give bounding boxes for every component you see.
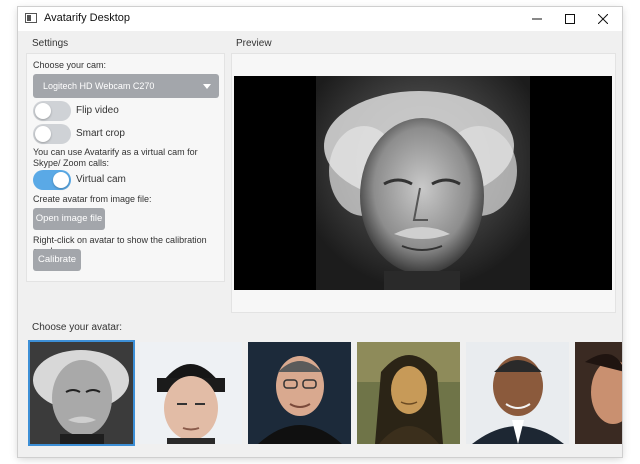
obama-portrait [466, 342, 569, 444]
avatar-mona-lisa[interactable] [357, 342, 460, 444]
close-button[interactable] [586, 7, 620, 31]
maximize-icon [565, 14, 575, 24]
avatar-partial[interactable] [575, 342, 622, 444]
flip-video-label: Flip video [76, 105, 119, 116]
eminem-portrait [139, 342, 242, 444]
image-file-hint: Create avatar from image file: [33, 194, 152, 204]
minimize-icon [532, 18, 542, 20]
app-window: Avatarify Desktop Settings Preview Choos… [18, 7, 622, 457]
flip-video-toggle[interactable] [33, 101, 71, 121]
cam-selected-value: Logitech HD Webcam C270 [43, 81, 155, 91]
virtual-cam-hint: You can use Avatarify as a virtual cam f… [33, 147, 198, 168]
settings-header: Settings [32, 38, 69, 49]
app-icon [25, 13, 37, 23]
virtual-cam-toggle[interactable] [33, 170, 71, 190]
window-title: Avatarify Desktop [44, 12, 131, 24]
jobs-portrait [248, 342, 351, 444]
einstein-portrait [30, 342, 133, 444]
avatar-strip [26, 340, 622, 448]
smart-crop-toggle[interactable] [33, 124, 71, 144]
cam-select[interactable]: Logitech HD Webcam C270 [33, 74, 219, 98]
minimize-button[interactable] [520, 7, 554, 31]
chevron-down-icon [203, 84, 211, 89]
avatar-eminem[interactable] [139, 342, 242, 444]
avatar-obama[interactable] [466, 342, 569, 444]
smart-crop-label: Smart crop [76, 128, 125, 139]
calibrate-button[interactable]: Calibrate [33, 249, 81, 271]
avatar-einstein[interactable] [28, 340, 135, 446]
close-icon [598, 14, 608, 24]
virtual-cam-label: Virtual cam [76, 174, 126, 185]
mona-lisa-portrait [357, 342, 460, 444]
title-bar: Avatarify Desktop [18, 7, 622, 31]
avatar-jobs[interactable] [248, 342, 351, 444]
maximize-button[interactable] [553, 7, 587, 31]
avatars-header: Choose your avatar: [32, 322, 123, 333]
toggle-knob [35, 126, 51, 142]
preview-video [234, 76, 612, 290]
toggle-knob [35, 103, 51, 119]
open-image-file-button[interactable]: Open image file [33, 208, 105, 230]
preview-header: Preview [236, 38, 272, 49]
preview-face-image [316, 76, 530, 290]
partial-portrait [575, 342, 622, 444]
cam-label: Choose your cam: [33, 60, 107, 70]
toggle-knob [53, 172, 69, 188]
